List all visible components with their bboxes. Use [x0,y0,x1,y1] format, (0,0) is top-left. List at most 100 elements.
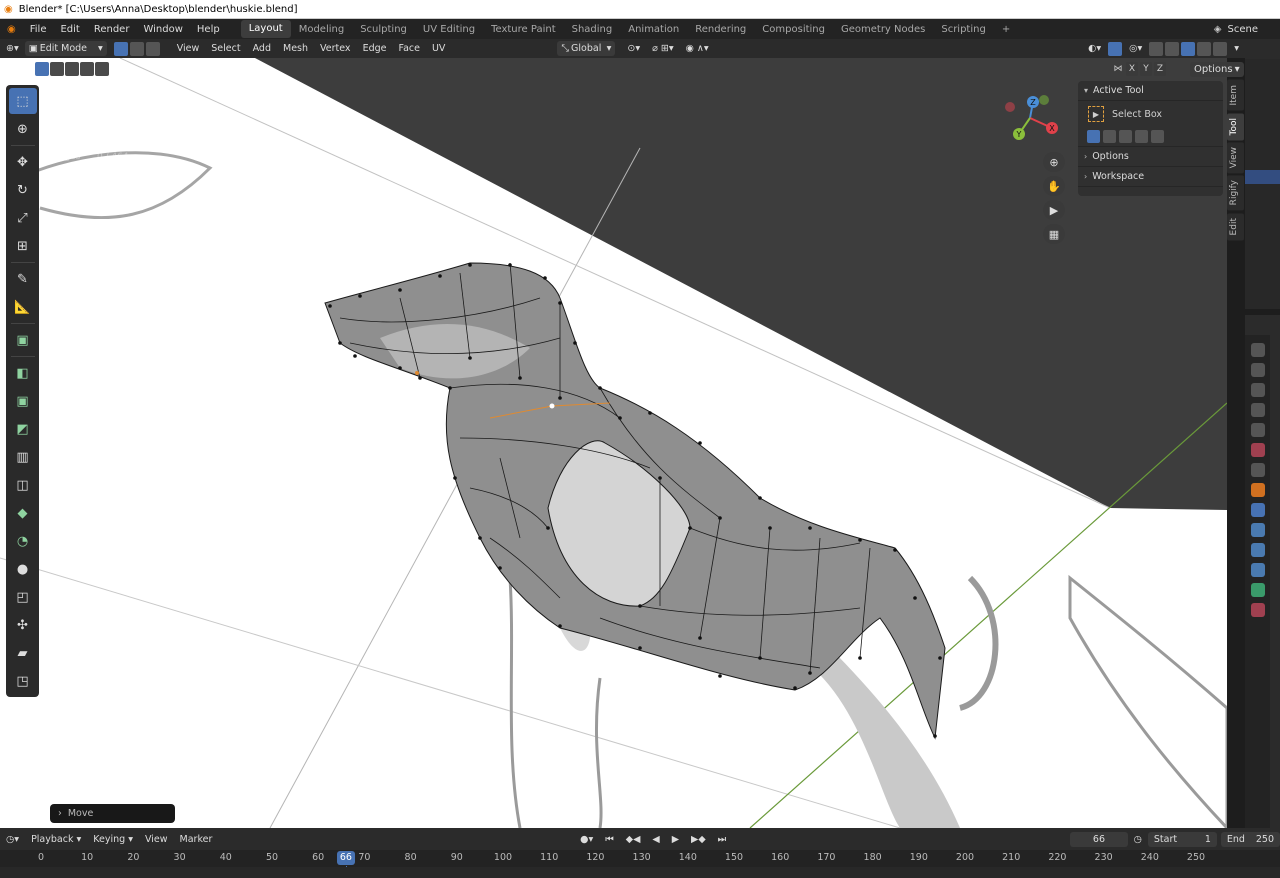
pivot-point-icon[interactable]: ⊙▾ [621,43,646,54]
set-new-selection-icon[interactable] [35,62,49,76]
modifier-props-icon[interactable] [1250,503,1265,517]
mirror-z-toggle[interactable]: Z [1154,62,1166,76]
move-tool-icon[interactable]: ✥ [9,149,37,175]
scene-props-icon[interactable] [1250,423,1265,437]
object-props-icon[interactable] [1250,483,1265,497]
mirror-y-toggle[interactable]: Y [1140,62,1152,76]
overlays-icon[interactable]: ◎▾ [1123,43,1148,54]
properties-header[interactable] [1245,315,1280,335]
playhead-frame[interactable]: 66 [336,851,355,865]
invert-selection-icon[interactable] [80,62,94,76]
tool-props-icon[interactable] [1250,343,1265,357]
annotate-tool-icon[interactable]: ✎ [9,266,37,292]
timeline-view-menu[interactable]: View [139,834,174,845]
keying-menu[interactable]: Keying ▾ [87,834,139,845]
scale-tool-icon[interactable]: ⤢ [9,205,37,231]
tab-rigify[interactable]: Rigify [1227,175,1244,211]
menu-help[interactable]: Help [190,24,227,35]
end-frame-field[interactable]: End 250 [1220,831,1280,847]
inset-tool-icon[interactable]: ▣ [9,388,37,414]
tab-item[interactable]: Item [1227,80,1244,111]
last-operator-panel[interactable]: › Move [50,804,175,823]
tab-texture-paint[interactable]: Texture Paint [483,24,564,35]
extrude-tool-icon[interactable]: ◧ [9,360,37,386]
scene-selector[interactable]: ◈ Scene [1214,19,1280,39]
tab-shading[interactable]: Shading [564,24,621,35]
physics-props-icon[interactable] [1250,543,1265,557]
tab-layout[interactable]: Layout [240,20,291,38]
rendered-shading-icon[interactable] [1213,41,1228,56]
extend-selection-icon[interactable] [50,62,64,76]
measure-tool-icon[interactable]: 📐 [9,294,37,320]
edge-menu[interactable]: Edge [357,43,393,54]
transform-orientation-dropdown[interactable]: ⤡ Global ▾ [557,41,616,56]
tab-uv-editing[interactable]: UV Editing [415,24,483,35]
rip-region-tool-icon[interactable]: ◳ [9,668,37,694]
render-props-icon[interactable] [1250,363,1265,377]
menu-edit[interactable]: Edit [53,24,86,35]
collection-props-icon[interactable] [1250,463,1265,477]
play-icon[interactable]: ▶ [666,834,685,845]
constraints-props-icon[interactable] [1250,563,1265,577]
blender-menu-icon[interactable]: ◉ [0,24,23,35]
face-select-icon[interactable] [145,41,160,56]
bevel-tool-icon[interactable]: ◩ [9,416,37,442]
timeline-body[interactable] [0,867,1280,878]
active-tool-header[interactable]: ▾ Active Tool [1078,81,1223,101]
add-workspace-icon[interactable]: + [994,24,1018,35]
intersect-selection-icon[interactable] [95,62,109,76]
shrink-fatten-tool-icon[interactable]: ✣ [9,612,37,638]
tab-animation[interactable]: Animation [620,24,687,35]
menu-render[interactable]: Render [87,24,137,35]
options-dropdown[interactable]: Options ▾ [1190,62,1244,77]
material-shading-icon[interactable] [1197,41,1212,56]
menu-file[interactable]: File [23,24,54,35]
tab-modeling[interactable]: Modeling [291,24,353,35]
editor-type-icon[interactable]: ⊕▾ [0,43,25,54]
mode-dropdown[interactable]: ▣ Edit Mode ▾ [24,41,107,56]
mode-intersect-icon[interactable] [1151,130,1164,143]
xray-icon[interactable] [1149,41,1164,56]
edge-slide-tool-icon[interactable]: ◰ [9,584,37,610]
cursor-tool-icon[interactable]: ⊕ [9,116,37,142]
particles-props-icon[interactable] [1250,523,1265,537]
current-frame-field[interactable]: 66 [1070,831,1128,847]
options-section[interactable]: › Options [1078,147,1223,167]
visibility-icon[interactable]: ◐▾ [1082,43,1107,54]
timeline-ruler[interactable]: 0 10 20 30 40 50 60 70 80 90 100 110 120 130 140 150 160… [0,850,1280,867]
view-menu[interactable]: View [171,43,206,54]
data-props-icon[interactable] [1250,583,1265,597]
mode-invert-icon[interactable] [1135,130,1148,143]
jump-start-icon[interactable]: ⏮ [599,834,620,845]
jump-keyframe-back-icon[interactable]: ◆◀ [620,834,647,845]
snap-icon[interactable]: ⌀ ⊞▾ [646,43,679,54]
tab-sculpting[interactable]: Sculpting [352,24,415,35]
vertex-select-icon[interactable] [113,41,128,56]
output-props-icon[interactable] [1250,383,1265,397]
vertex-menu[interactable]: Vertex [314,43,357,54]
select-box-tool-icon[interactable]: ⬚ [8,88,37,114]
loop-cut-tool-icon[interactable]: ▥ [9,444,37,470]
timeline-editor-icon[interactable]: ◷▾ [0,834,25,845]
edge-select-icon[interactable] [129,41,144,56]
spin-tool-icon[interactable]: ◔ [9,528,37,554]
camera-view-icon[interactable]: ▶ [1043,200,1065,220]
rotate-tool-icon[interactable]: ↻ [9,177,37,203]
knife-tool-icon[interactable]: ◫ [9,472,37,498]
view-layer-props-icon[interactable] [1250,403,1265,417]
record-icon[interactable]: ●▾ [574,834,599,845]
mirror-icon[interactable]: ⋈ [1112,62,1124,76]
menu-window[interactable]: Window [136,24,189,35]
marker-menu[interactable]: Marker [174,834,219,845]
subtract-selection-icon[interactable] [65,62,79,76]
solid-shading-icon[interactable] [1181,41,1196,56]
add-cube-tool-icon[interactable]: ▣ [9,327,37,353]
tab-scripting[interactable]: Scripting [933,24,993,35]
material-props-icon[interactable] [1250,603,1265,617]
navigation-gizmo[interactable]: Z X Y [1000,92,1064,144]
tab-geometry-nodes[interactable]: Geometry Nodes [833,24,933,35]
wireframe-shading-icon[interactable] [1165,41,1180,56]
shading-options-icon[interactable]: ▾ [1228,43,1245,54]
workspace-section[interactable]: › Workspace [1078,167,1223,187]
mode-new-icon[interactable] [1087,130,1100,143]
